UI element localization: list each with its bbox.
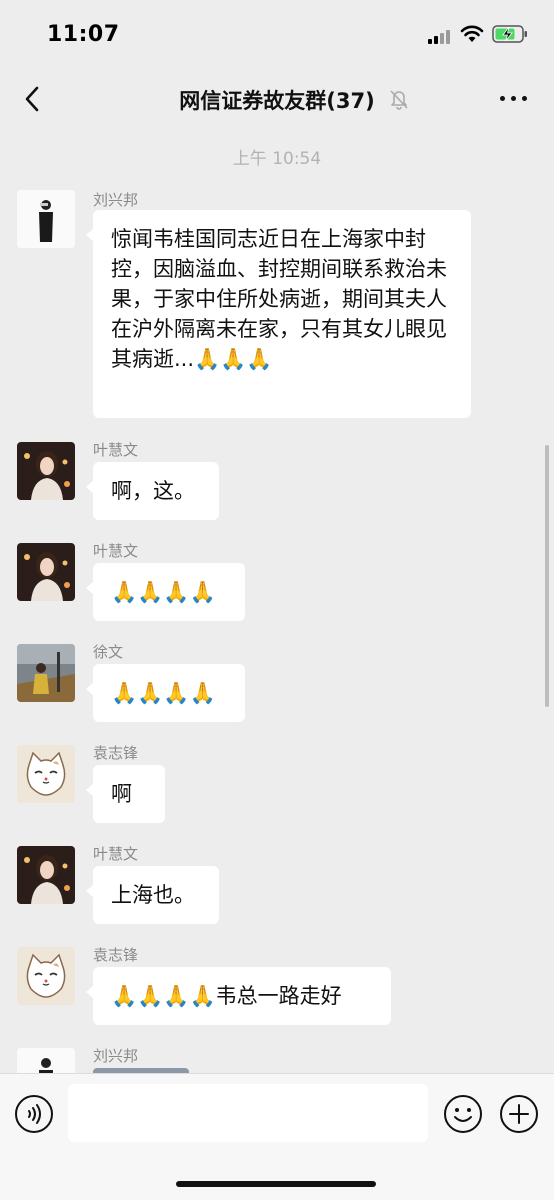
message-bubble[interactable]: 啊 [86,765,165,823]
sender-name: 徐文 [93,643,124,661]
message-input[interactable] [68,1084,428,1142]
sender-name: 叶慧文 [93,441,139,459]
sender-name: 叶慧文 [93,542,139,560]
message-item: 刘兴邦 [0,1046,554,1073]
status-time: 11:07 [47,22,120,47]
chat-title[interactable]: 网信证券故友群(37) [0,85,554,115]
sender-name: 袁志锋 [93,946,139,964]
scrollbar[interactable] [545,445,549,707]
avatar[interactable] [17,543,75,601]
battery-charging-icon [492,25,527,43]
chat-header: 网信证券故友群(37) [0,72,554,128]
avatar[interactable] [17,1048,75,1073]
mute-bell-icon [390,90,408,110]
avatar[interactable] [17,644,75,702]
avatar[interactable] [17,947,75,1005]
avatar[interactable] [17,190,75,248]
message-bubble[interactable]: 🙏🙏🙏🙏 [86,664,245,722]
sender-name: 叶慧文 [93,845,139,863]
voice-icon[interactable] [14,1094,54,1134]
message-bubble[interactable]: 啊，这。 [86,462,219,520]
avatar[interactable] [17,846,75,904]
sender-name: 刘兴邦 [93,191,139,209]
chat-timestamp: 上午 10:54 [232,149,322,169]
message-bubble[interactable]: 🙏🙏🙏🙏 [86,563,245,621]
emoji-icon[interactable] [443,1094,483,1134]
wifi-icon [460,25,484,42]
status-bar: 11:07 [0,0,554,72]
avatar[interactable] [17,745,75,803]
sender-name: 刘兴邦 [93,1047,139,1065]
home-indicator [176,1181,376,1187]
message-bubble[interactable]: 🙏🙏🙏🙏韦总一路走好 [86,967,391,1025]
input-bar [0,1073,554,1200]
more-dots-icon[interactable] [500,96,528,104]
avatar[interactable] [17,442,75,500]
sender-name: 袁志锋 [93,744,139,762]
plus-icon[interactable] [499,1094,539,1134]
message-bubble[interactable]: 惊闻韦桂国同志近日在上海家中封控，因脑溢血、封控期间联系救治未果，于家中住所处病… [86,210,471,418]
signal-icon [428,30,454,44]
message-bubble[interactable]: 上海也。 [86,866,219,924]
